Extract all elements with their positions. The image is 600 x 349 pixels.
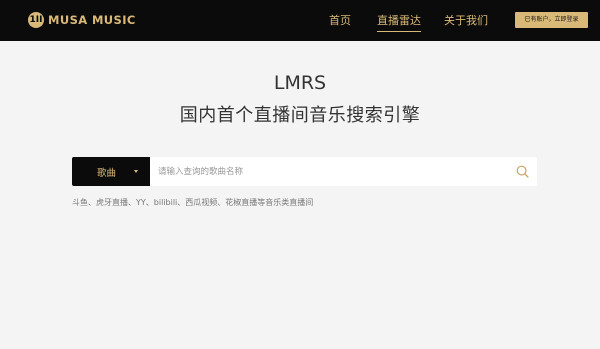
nav-live-radar[interactable]: 直播雷达: [377, 12, 421, 32]
search-icon[interactable]: [516, 165, 529, 178]
top-navbar: 1II MUSA MUSIC 首页 直播雷达 关于我们 已有账户，立即登录: [0, 0, 600, 41]
supported-platforms-hint: 斗鱼、虎牙直播、YY、bilibili、西瓜视频、花椒直播等音乐类直播间: [72, 198, 314, 207]
login-button[interactable]: 已有账户，立即登录: [515, 12, 588, 28]
page-title: LMRS: [273, 72, 327, 94]
nav-home[interactable]: 首页: [329, 12, 351, 28]
caret-down-icon: [134, 170, 138, 173]
search-type-dropdown[interactable]: 歌曲: [72, 157, 150, 186]
search-bar: 歌曲: [72, 157, 537, 186]
search-type-label: 歌曲: [97, 168, 117, 179]
page-subtitle: 国内首个直播间音乐搜索引擎: [179, 105, 421, 126]
search-input[interactable]: [158, 163, 508, 180]
nav-about-us[interactable]: 关于我们: [444, 12, 488, 28]
logo-text: MUSA MUSIC: [48, 13, 136, 27]
brand-logo[interactable]: 1II MUSA MUSIC: [28, 11, 136, 29]
logo-icon: 1II: [28, 12, 44, 28]
